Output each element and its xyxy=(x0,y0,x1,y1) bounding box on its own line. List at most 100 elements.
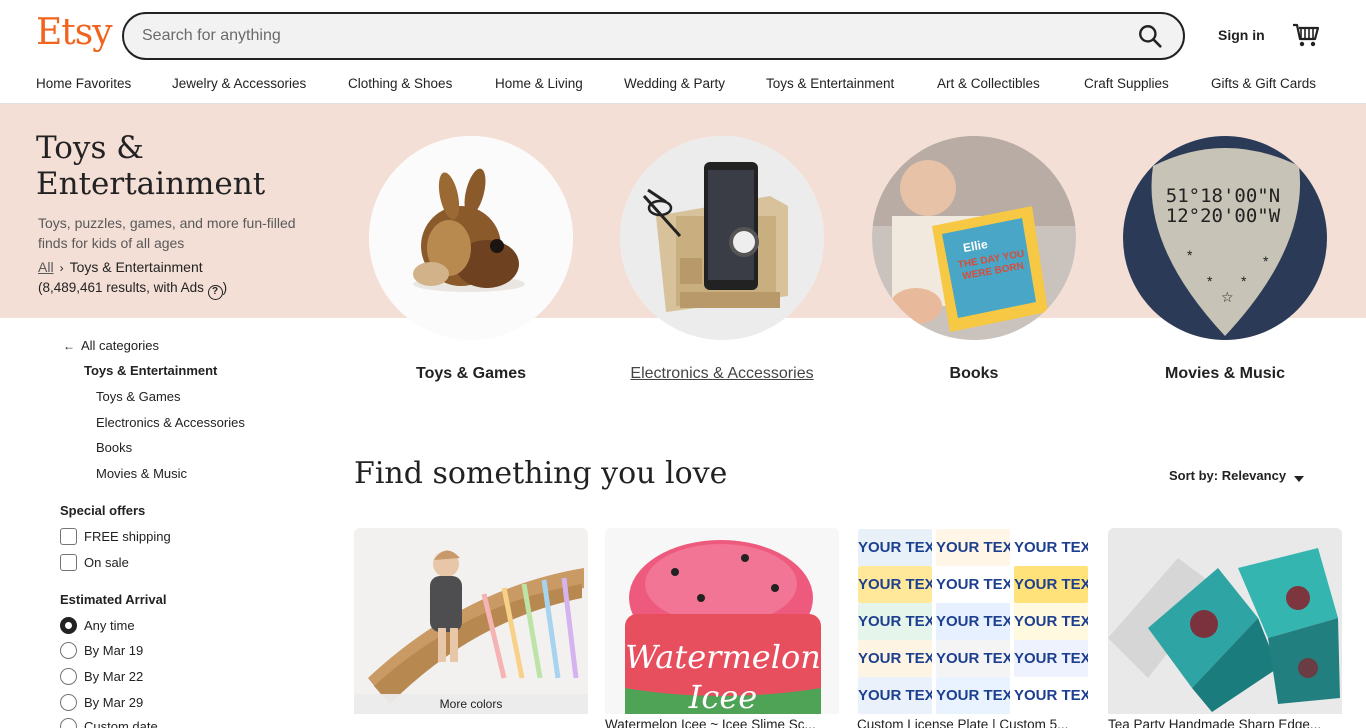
help-icon[interactable]: ? xyxy=(207,285,223,300)
by-mar-22-label[interactable]: By Mar 22 xyxy=(84,669,143,684)
all-categories-link[interactable]: ← All categories xyxy=(63,338,159,353)
movies-music-image: 51°18'00"N 12°20'00"W * * * * ☆ xyxy=(1123,136,1327,340)
plate-thumbnail: YOUR TEXT xyxy=(1014,529,1088,566)
breadcrumb-current: Toys & Entertainment xyxy=(69,259,203,275)
subcategory-toys-games[interactable]: Toys & Games xyxy=(96,389,181,404)
search-bar xyxy=(122,12,1185,60)
plate-thumbnail: YOUR TEXT xyxy=(936,677,1010,714)
estimated-arrival-heading: Estimated Arrival xyxy=(60,592,167,607)
plate-thumbnail: YOUR TEXT xyxy=(936,529,1010,566)
toys-games-image xyxy=(369,136,573,340)
svg-text:*: * xyxy=(1207,273,1213,289)
plate-thumbnail: YOUR TEXT xyxy=(936,640,1010,677)
svg-text:*: * xyxy=(1241,273,1247,289)
product-text-icee: Icee xyxy=(688,678,757,714)
custom-date-radio[interactable] xyxy=(60,718,77,728)
nav-gifts-gift-cards[interactable]: Gifts & Gift Cards xyxy=(1211,76,1316,91)
etsy-logo[interactable]: Etsy xyxy=(36,12,113,53)
by-mar-19-radio[interactable] xyxy=(60,642,77,659)
plate-thumbnail: YOUR TEXT xyxy=(858,640,932,677)
product-text-watermelon: Watermelon xyxy=(625,638,821,676)
chevron-right-icon: › xyxy=(59,261,64,275)
listing-image: YOUR TEXT YOUR TEXT YOUR TEXT YOUR TEXT … xyxy=(857,528,1091,714)
nav-craft-supplies[interactable]: Craft Supplies xyxy=(1084,76,1211,91)
nav-home-favorites[interactable]: Home Favorites xyxy=(36,76,172,91)
custom-date-label[interactable]: Custom date xyxy=(84,719,158,728)
cart-icon[interactable] xyxy=(1292,22,1320,48)
listing-image: More colors xyxy=(354,528,588,714)
page-title: Toys & Entertainment xyxy=(36,130,266,202)
nav-jewelry-accessories[interactable]: Jewelry & Accessories xyxy=(172,76,348,91)
category-description: Toys, puzzles, games, and more fun-fille… xyxy=(38,215,296,251)
plate-thumbnail: YOUR TEXT xyxy=(858,677,932,714)
subcategory-movies-music[interactable]: Movies & Music xyxy=(96,466,187,481)
listing-card[interactable]: Tea Party Handmade Sharp Edge... xyxy=(1108,528,1342,728)
nav-wedding-party[interactable]: Wedding & Party xyxy=(624,76,766,91)
sign-in-link[interactable]: Sign in xyxy=(1218,27,1265,43)
category-books[interactable]: Ellie THE DAY YOU WERE BORN Books xyxy=(872,136,1076,383)
category-nav: Home Favorites Jewelry & Accessories Clo… xyxy=(36,76,1316,91)
by-mar-19-label[interactable]: By Mar 19 xyxy=(84,643,143,658)
svg-text:*: * xyxy=(1263,253,1269,269)
sort-dropdown[interactable]: Sort by: Relevancy xyxy=(1169,468,1305,483)
listing-card[interactable]: More colors xyxy=(354,528,588,717)
free-shipping-label[interactable]: FREE shipping xyxy=(84,529,171,544)
plate-thumbnail: YOUR TEXT xyxy=(858,603,932,640)
guitar-pick-text-2: 12°20'00"W xyxy=(1166,205,1281,227)
nav-clothing-shoes[interactable]: Clothing & Shoes xyxy=(348,76,495,91)
on-sale-label[interactable]: On sale xyxy=(84,555,129,570)
section-title: Find something you love xyxy=(354,456,728,491)
plate-thumbnail: YOUR TEXT xyxy=(1014,640,1088,677)
by-mar-29-radio[interactable] xyxy=(60,694,77,711)
books-image: Ellie THE DAY YOU WERE BORN xyxy=(872,136,1076,340)
plate-thumbnail: YOUR TEXT xyxy=(936,566,1010,603)
listing-image xyxy=(1108,528,1342,714)
arrow-left-icon: ← xyxy=(63,339,75,353)
any-time-label[interactable]: Any time xyxy=(84,618,135,633)
plate-thumbnail: YOUR TEXT xyxy=(858,529,932,566)
listing-card[interactable]: Watermelon Icee Watermelon Icee ~ Icee S… xyxy=(605,528,839,728)
plate-thumbnail: YOUR TEXT xyxy=(936,603,1010,640)
breadcrumb-all-link[interactable]: All xyxy=(38,259,54,275)
category-label: Toys & Games xyxy=(416,365,526,382)
subcategory-electronics-accessories[interactable]: Electronics & Accessories xyxy=(96,415,245,430)
category-label: Books xyxy=(949,365,999,382)
current-category: Toys & Entertainment xyxy=(84,363,218,378)
subcategory-books[interactable]: Books xyxy=(96,440,132,455)
on-sale-checkbox[interactable] xyxy=(60,554,77,571)
nav-home-living[interactable]: Home & Living xyxy=(495,76,624,91)
category-label: Electronics & Accessories xyxy=(630,365,814,382)
by-mar-22-radio[interactable] xyxy=(60,668,77,685)
listing-title: Custom License Plate | Custom 5... xyxy=(857,717,1069,728)
svg-text:☆: ☆ xyxy=(1221,289,1234,305)
any-time-radio[interactable] xyxy=(60,617,77,634)
guitar-pick-text-1: 51°18'00"N xyxy=(1166,185,1280,207)
results-count-close: ) xyxy=(222,280,228,295)
search-icon[interactable] xyxy=(1137,23,1163,49)
plate-thumbnail: YOUR TEXT xyxy=(1014,677,1088,714)
category-toys-games[interactable]: Toys & Games xyxy=(369,136,573,383)
listing-title: Watermelon Icee ~ Icee Slime Sc... xyxy=(605,717,816,728)
more-colors-badge: More colors xyxy=(354,694,588,714)
listing-image: Watermelon Icee xyxy=(605,528,839,714)
site-header: Etsy Sign in Home Favorites Jewelry & Ac… xyxy=(0,0,1366,104)
results-count: (8,489,461 results, with Ads ?) xyxy=(38,280,227,300)
nav-art-collectibles[interactable]: Art & Collectibles xyxy=(937,76,1084,91)
by-mar-29-label[interactable]: By Mar 29 xyxy=(84,695,143,710)
listing-title: Tea Party Handmade Sharp Edge... xyxy=(1108,717,1322,728)
svg-text:*: * xyxy=(1187,247,1193,263)
plate-thumbnail: YOUR TEXT xyxy=(1014,566,1088,603)
listing-card[interactable]: YOUR TEXT YOUR TEXT YOUR TEXT YOUR TEXT … xyxy=(857,528,1091,728)
plate-thumbnail: YOUR TEXT xyxy=(858,566,932,603)
results-count-text: (8,489,461 results, with Ads xyxy=(38,280,204,295)
category-movies-music[interactable]: 51°18'00"N 12°20'00"W * * * * ☆ Movies &… xyxy=(1123,136,1327,383)
special-offers-heading: Special offers xyxy=(60,503,146,518)
category-electronics-accessories[interactable]: Electronics & Accessories xyxy=(620,136,824,383)
free-shipping-checkbox[interactable] xyxy=(60,528,77,545)
search-input[interactable] xyxy=(142,14,1122,58)
nav-toys-entertainment[interactable]: Toys & Entertainment xyxy=(766,76,937,91)
caret-down-icon xyxy=(1294,476,1305,482)
breadcrumb: All › Toys & Entertainment xyxy=(38,259,203,275)
electronics-accessories-image xyxy=(620,136,824,340)
sort-label: Sort by: Relevancy xyxy=(1169,468,1287,483)
